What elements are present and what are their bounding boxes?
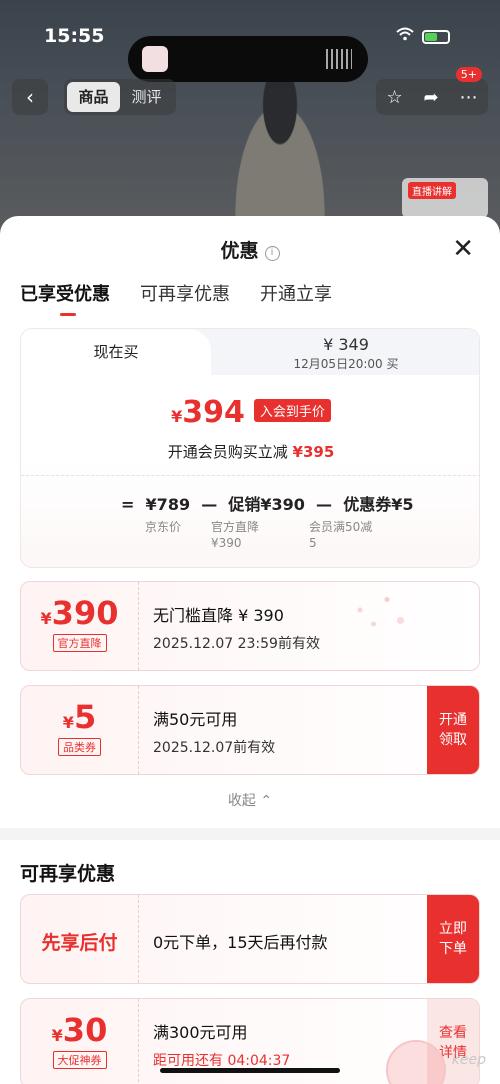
coupon-kind: 品类券 [58,738,101,756]
close-button[interactable]: ✕ [452,236,474,262]
price-compare-card: 现在买 ¥ 349 12月05日20:00 买 ¥394 入会到手价 开通会员购… [20,328,480,568]
pay-later-label: 先享后付 [21,895,139,983]
coupon-amount-block: ¥390 官方直降 [21,582,139,670]
coupon-condition: 无门槛直降 ¥ 390 [153,606,284,625]
coupon-countdown: 距可用还有 04:04:37 [153,1053,291,1069]
open-claim-button[interactable]: 开通领取 [427,686,479,774]
page-segment-control: 商品 测评 [64,79,176,115]
coupon-validity: 2025.12.07前有效 [153,740,276,756]
chevron-left-icon: ‹ [26,85,34,109]
buy-time-tabs: 现在买 ¥ 349 12月05日20:00 买 [21,329,479,377]
coupon-amount-block: ¥30 大促神券 [21,999,139,1084]
order-now-button[interactable]: 立即下单 [427,895,479,983]
label-member-coupon: 会员满50减 5 [309,519,372,551]
share-icon[interactable]: ➦ [424,87,439,108]
coupon-condition: 满300元可用 [153,1023,248,1042]
live-label: 直播讲解 [408,182,456,199]
final-price: 394 [182,395,245,430]
pay-later-details: 0元下单，15天后再付款 [153,929,328,953]
more-icon[interactable]: ⋯ [460,87,478,108]
formula-coupon: 优惠券¥5 [343,495,414,514]
more-offers-title: 可再享优惠 [20,863,116,885]
battery-charging-icon [422,30,450,44]
coupon-category: ¥5 品类券 满50元可用 2025.12.07前有效 开通领取 [20,685,480,775]
final-price-tag: 入会到手价 [253,399,331,422]
top-navigation: ‹ 商品 测评 ☆ ➦ ⋯ 5+ [0,67,500,115]
live-explain-widget[interactable]: 直播讲解 [402,178,488,218]
pay-later-card: 先享后付 0元下单，15天后再付款 立即下单 [20,894,480,984]
label-official-cut-b: ¥390 [211,536,242,550]
coupon-condition: 满50元可用 [153,710,238,729]
formula-eq: = [121,495,135,514]
coupon-amount: ¥390 [21,594,138,632]
tab-open-to-enjoy[interactable]: 开通立享 [260,280,332,316]
collapse-button[interactable]: 收起 ⌃ [0,790,500,810]
formula-minus-2: — [316,495,333,514]
coupon-details: 满50元可用 2025.12.07前有效 [153,706,275,757]
sheet-title: 优惠 i [0,236,500,263]
coupon-yen: ¥ [51,1026,63,1045]
audio-wave-icon [326,49,352,69]
later-date: 12月05日20:00 买 [293,357,399,371]
formula-list-price: ¥789 [145,495,191,514]
coupon-official-cut: ¥390 官方直降 无门槛直降 ¥ 390 2025.12.07 23:59前有… [20,581,480,671]
coupon-details: 无门槛直降 ¥ 390 2025.12.07 23:59前有效 [153,602,320,653]
label-member-coupon-a: 会员满50减 [309,520,373,534]
tab-buy-now[interactable]: 现在买 [21,329,211,377]
pay-later-text: 0元下单，15天后再付款 [153,933,328,952]
status-time: 15:55 [44,25,105,47]
coupon-value: 30 [62,1011,108,1049]
coupon-value: 5 [73,698,97,736]
member-amount: ¥395 [292,443,335,461]
top-right-actions: ☆ ➦ ⋯ 5+ [376,67,488,115]
tab-enjoyed[interactable]: 已享受优惠 [20,280,110,316]
dynamic-island [128,36,368,82]
coupon-validity: 2025.12.07 23:59前有效 [153,636,320,652]
wifi-icon [396,26,414,45]
formula-promo: 促销¥390 [228,495,305,514]
coupon-details: 满300元可用 距可用还有 04:04:37 [153,1019,290,1070]
final-price-row: ¥394 入会到手价 [21,395,479,430]
sheet-title-text: 优惠 [220,240,259,262]
final-price-yen: ¥ [171,407,183,426]
tab-more-available[interactable]: 可再享优惠 [140,280,230,316]
open-claim-label: 开通领取 [439,712,467,748]
label-list-price: 京东价 [145,520,182,534]
formula-minus-1: — [201,495,218,514]
price-formula: = ¥789 — 促销¥390 — 优惠券¥5 [121,491,413,515]
later-price: ¥ 349 [323,335,369,354]
section-gap [0,828,500,840]
app-icon [142,46,168,72]
home-indicator [160,1068,340,1073]
order-now-label: 立即下单 [439,921,467,957]
member-discount-text: 开通会员购买立减 ¥395 [21,441,479,462]
tab-buy-later[interactable]: ¥ 349 12月05日20:00 买 [211,335,479,372]
coupon-amount: ¥30 [21,1011,138,1049]
info-icon[interactable]: i [264,246,280,261]
coupon-amount-block: ¥5 品类券 [21,686,139,774]
status-bar: 15:55 [0,22,500,82]
coupon-kind: 大促神券 [52,1051,107,1069]
star-icon[interactable]: ☆ [386,87,402,108]
coupon-amount: ¥5 [21,698,138,736]
discount-tabs: 已享受优惠 可再享优惠 开通立享 [20,280,332,316]
coupon-yen: ¥ [62,713,74,732]
back-button[interactable]: ‹ [12,79,48,115]
divider [21,475,479,476]
watermark: keep [451,1052,486,1068]
more-badge: 5+ [455,67,482,82]
coupon-value: 390 [51,594,119,632]
label-official-cut: 官方直降 ¥390 [211,519,259,551]
close-icon: ✕ [452,234,474,264]
segment-product[interactable]: 商品 [67,82,120,112]
member-text: 开通会员购买立减 [167,443,288,461]
discount-sheet: 优惠 i ✕ 已享受优惠 可再享优惠 开通立享 现在买 ¥ 349 12月05日2… [0,216,500,1084]
label-official-cut-a: 官方直降 [211,520,260,534]
coupon-kind: 官方直降 [52,634,107,652]
coupon-yen: ¥ [40,609,52,628]
fireworks-decoration [333,582,423,652]
segment-review[interactable]: 测评 [120,82,173,112]
label-member-coupon-b: 5 [309,536,317,550]
